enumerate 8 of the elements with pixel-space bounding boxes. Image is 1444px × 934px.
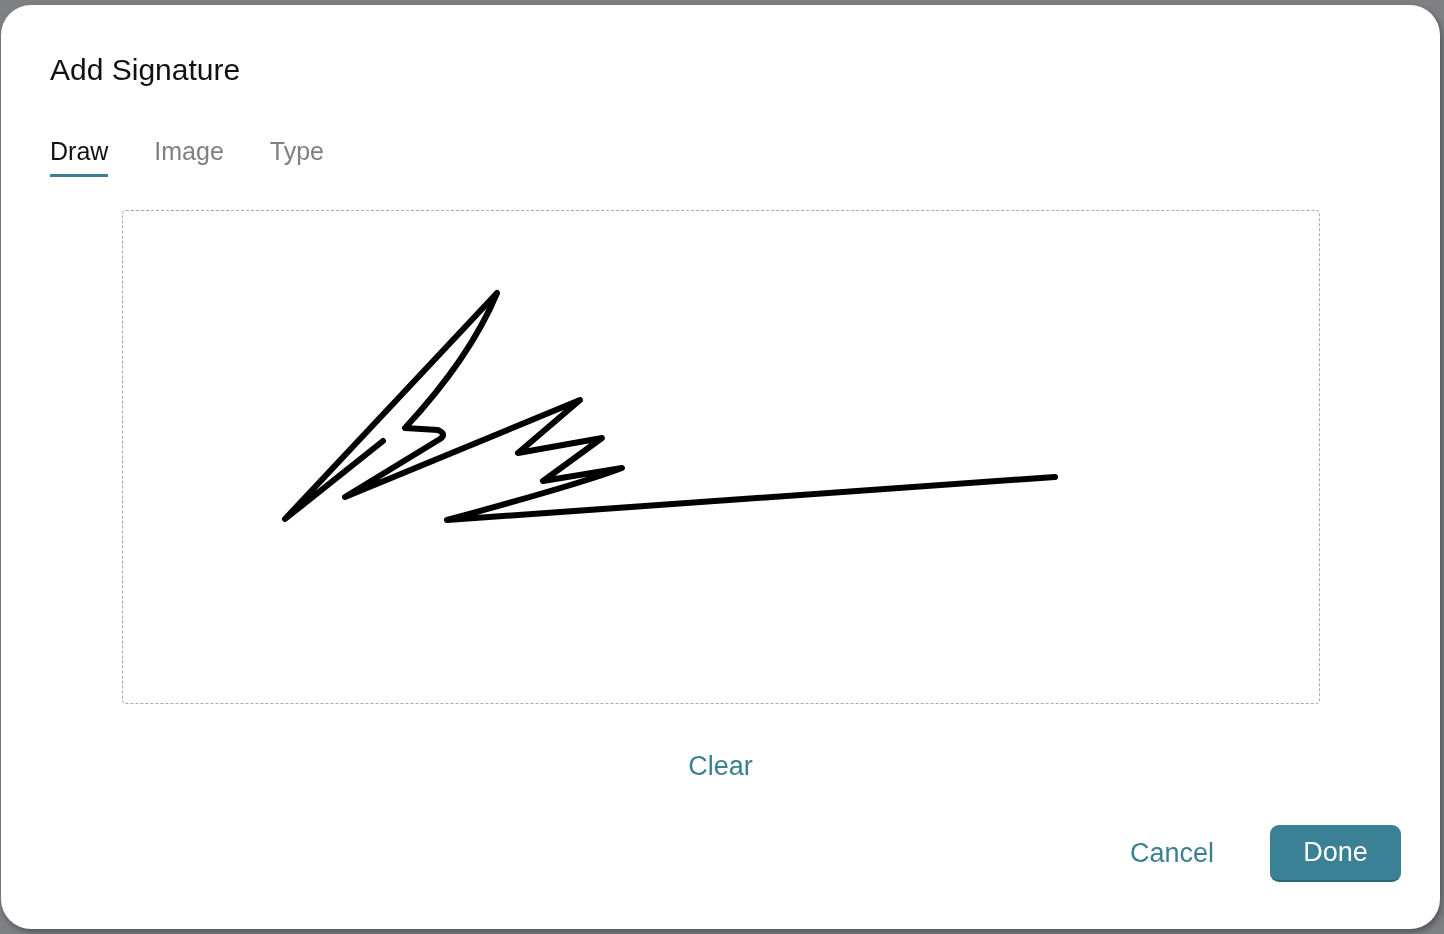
tab[interactable]: Image: [154, 136, 224, 177]
tab[interactable]: Draw: [50, 136, 109, 177]
tab[interactable]: Type: [269, 136, 325, 177]
clear-button[interactable]: Clear: [688, 750, 753, 782]
signature-pad[interactable]: [122, 210, 1320, 704]
cancel-button[interactable]: Cancel: [1129, 838, 1214, 869]
done-button[interactable]: Done: [1270, 825, 1401, 882]
dialog-title: Add Signature: [50, 53, 241, 87]
